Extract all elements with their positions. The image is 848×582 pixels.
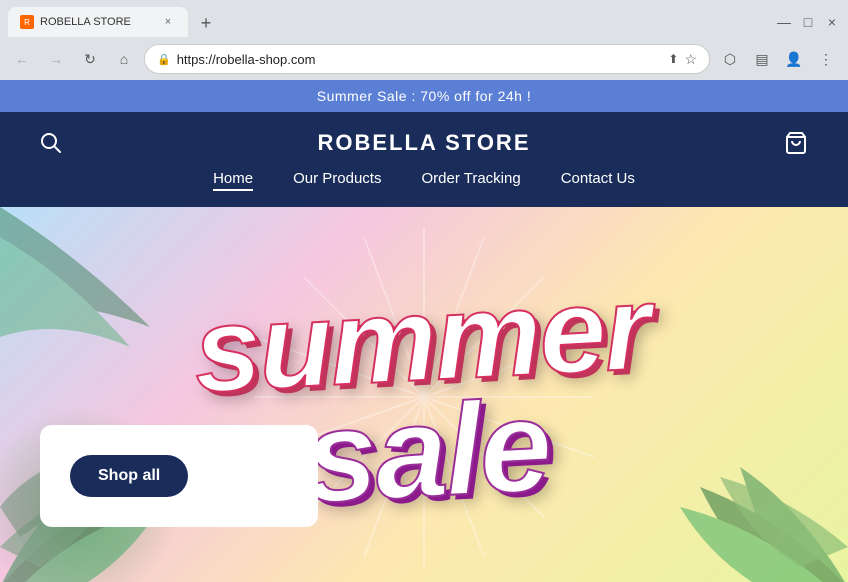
new-tab-button[interactable]: +: [192, 9, 220, 37]
nav-bar: ← → ↻ ⌂ 🔒 https://robella-shop.com ⬆ ☆ ⬡…: [0, 38, 848, 80]
nav-item-products[interactable]: Our Products: [293, 170, 381, 191]
nav-item-order-tracking[interactable]: Order Tracking: [421, 170, 520, 191]
shop-all-button[interactable]: Shop all: [70, 455, 188, 497]
store-name: ROBELLA STORE: [68, 130, 780, 156]
announcement-text: Summer Sale : 70% off for 24h !: [317, 88, 531, 104]
website-content: Summer Sale : 70% off for 24h ! ROBELLA …: [0, 80, 848, 582]
announcement-bar: Summer Sale : 70% off for 24h !: [0, 80, 848, 112]
reload-button[interactable]: ↻: [76, 45, 104, 73]
browser-chrome: R ROBELLA STORE × + — □ × ← → ↻ ⌂ 🔒 http…: [0, 0, 848, 80]
window-controls: — □ ×: [776, 14, 840, 30]
tab-close-button[interactable]: ×: [160, 14, 176, 30]
tab-favicon: R: [20, 15, 34, 29]
sidebar-button[interactable]: ▤: [748, 45, 776, 73]
header-top: ROBELLA STORE: [40, 112, 808, 170]
tab-strip: R ROBELLA STORE × +: [8, 7, 768, 37]
hero-cta-card: Shop all: [40, 425, 318, 527]
minimize-button[interactable]: —: [776, 14, 792, 30]
nav-actions: ⬡ ▤ 👤 ⋮: [716, 45, 840, 73]
url-display: https://robella-shop.com: [177, 52, 663, 67]
cart-icon[interactable]: [780, 131, 808, 155]
hero-section: summer sale Shop all: [0, 207, 848, 582]
close-button[interactable]: ×: [824, 14, 840, 30]
nav-item-contact[interactable]: Contact Us: [561, 170, 635, 191]
forward-button[interactable]: →: [42, 45, 70, 73]
title-bar: R ROBELLA STORE × + — □ ×: [0, 0, 848, 38]
back-button[interactable]: ←: [8, 45, 36, 73]
bookmark-icon[interactable]: ☆: [684, 51, 697, 68]
maximize-button[interactable]: □: [800, 14, 816, 30]
home-button[interactable]: ⌂: [110, 45, 138, 73]
active-tab[interactable]: R ROBELLA STORE ×: [8, 7, 188, 37]
lock-icon: 🔒: [157, 53, 171, 66]
extensions-button[interactable]: ⬡: [716, 45, 744, 73]
address-bar[interactable]: 🔒 https://robella-shop.com ⬆ ☆: [144, 44, 710, 74]
nav-menu: Home Our Products Order Tracking Contact…: [40, 170, 808, 207]
site-header: ROBELLA STORE Home Our Products Order Tr…: [0, 112, 848, 207]
tab-title: ROBELLA STORE: [40, 16, 154, 28]
nav-item-home[interactable]: Home: [213, 170, 253, 191]
menu-button[interactable]: ⋮: [812, 45, 840, 73]
profile-button[interactable]: 👤: [780, 45, 808, 73]
share-icon: ⬆: [668, 52, 678, 66]
search-icon[interactable]: [40, 132, 68, 154]
